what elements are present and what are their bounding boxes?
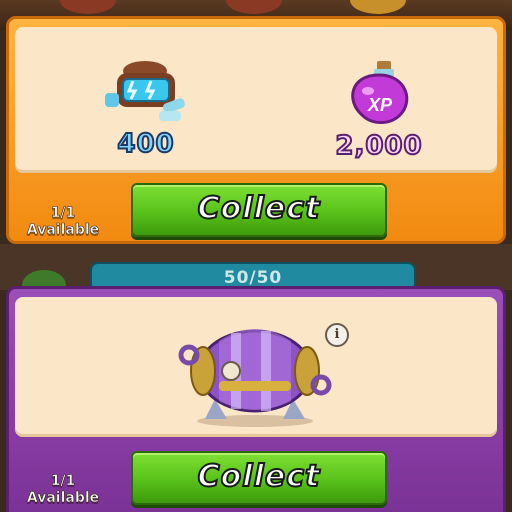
availability-label: Available [26, 490, 100, 507]
collect-button[interactable]: Collect [131, 451, 387, 505]
energy-capsule-icon [105, 61, 185, 121]
availability-indicator: 1/1 Available [15, 473, 111, 507]
background-progress-text: 50/50 [223, 268, 283, 288]
xp-potion-icon: XP [351, 61, 409, 124]
reward-amount: 2,000 [334, 130, 423, 162]
reward-xp: XP 2,000 [329, 61, 429, 162]
availability-indicator: 1/1 Available [15, 205, 111, 239]
collect-button[interactable]: Collect [131, 183, 387, 237]
reward-panel: i [15, 297, 497, 437]
reward-card-orange: 400 XP 2,000 1/1 Available Collect [6, 16, 506, 244]
background-decoration [60, 0, 116, 14]
reward-card-purple: i 1/1 Available Collect [6, 286, 506, 512]
background-decoration [226, 0, 282, 14]
reward-energy: 400 [101, 57, 191, 160]
reward-panel: 400 XP 2,000 [15, 27, 497, 173]
background-decoration [350, 0, 406, 14]
reward-amount: 400 [116, 128, 175, 160]
xp-badge: XP [367, 95, 393, 115]
availability-count: 1/1 [50, 473, 76, 490]
availability-label: Available [26, 222, 100, 239]
purple-cannon-chest-icon [178, 329, 332, 427]
availability-count: 1/1 [50, 205, 76, 222]
